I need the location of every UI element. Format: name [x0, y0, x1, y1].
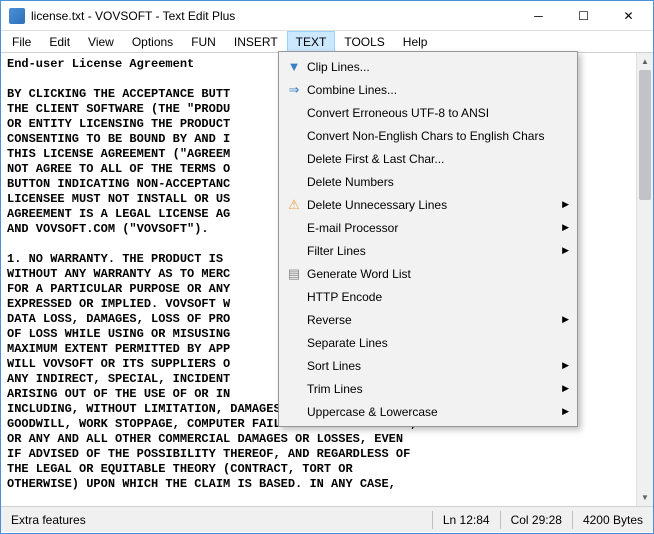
submenu-arrow-icon: ▶: [562, 222, 569, 233]
menu-item-label: Delete Unnecessary Lines: [307, 198, 447, 212]
menu-item-separate-lines[interactable]: Separate Lines: [281, 331, 575, 354]
menu-item-delete-first-last-char[interactable]: Delete First & Last Char...: [281, 147, 575, 170]
menu-help[interactable]: Help: [394, 31, 437, 52]
menu-bar: FileEditViewOptionsFUNINSERTTEXTTOOLSHel…: [1, 31, 653, 53]
status-line: Ln 12:84: [433, 513, 500, 527]
scroll-thumb[interactable]: [639, 70, 651, 200]
menu-item-label: Delete Numbers: [307, 175, 394, 189]
menu-item-uppercase-lowercase[interactable]: Uppercase & Lowercase ▶: [281, 400, 575, 423]
menu-item-label: Delete First & Last Char...: [307, 152, 444, 166]
close-button[interactable]: ✕: [606, 2, 651, 30]
menu-item-generate-word-list[interactable]: ▤Generate Word List: [281, 262, 575, 285]
menu-view[interactable]: View: [79, 31, 123, 52]
funnel-icon: ▼: [281, 59, 307, 74]
menu-item-label: Uppercase & Lowercase: [307, 405, 438, 419]
menu-item-label: Combine Lines...: [307, 83, 397, 97]
menu-item-label: Clip Lines...: [307, 60, 370, 74]
menu-text[interactable]: TEXT: [287, 31, 336, 52]
menu-item-trim-lines[interactable]: Trim Lines ▶: [281, 377, 575, 400]
submenu-arrow-icon: ▶: [562, 314, 569, 325]
scroll-down-arrow[interactable]: ▼: [637, 489, 653, 506]
menu-item-delete-numbers[interactable]: Delete Numbers: [281, 170, 575, 193]
title-bar: license.txt - VOVSOFT - Text Edit Plus ─…: [1, 1, 653, 31]
maximize-button[interactable]: ☐: [561, 2, 606, 30]
menu-item-label: Convert Non-English Chars to English Cha…: [307, 129, 544, 143]
menu-item-label: Separate Lines: [307, 336, 388, 350]
menu-item-label: Trim Lines: [307, 382, 363, 396]
menu-item-sort-lines[interactable]: Sort Lines ▶: [281, 354, 575, 377]
menu-item-filter-lines[interactable]: Filter Lines ▶: [281, 239, 575, 262]
doc-icon: ▤: [281, 266, 307, 282]
menu-item-label: Filter Lines: [307, 244, 366, 258]
menu-item-clip-lines[interactable]: ▼Clip Lines...: [281, 55, 575, 78]
scroll-up-arrow[interactable]: ▲: [637, 53, 653, 70]
menu-file[interactable]: File: [3, 31, 40, 52]
warn-icon: ⚠: [281, 197, 307, 213]
combine-icon: ⇒: [281, 82, 307, 98]
menu-item-label: E-mail Processor: [307, 221, 398, 235]
menu-fun[interactable]: FUN: [182, 31, 225, 52]
menu-item-label: HTTP Encode: [307, 290, 382, 304]
minimize-button[interactable]: ─: [516, 2, 561, 30]
menu-item-http-encode[interactable]: HTTP Encode: [281, 285, 575, 308]
menu-item-convert-erroneous-utf-8-to-ansi[interactable]: Convert Erroneous UTF-8 to ANSI: [281, 101, 575, 124]
menu-item-label: Reverse: [307, 313, 352, 327]
submenu-arrow-icon: ▶: [562, 383, 569, 394]
submenu-arrow-icon: ▶: [562, 360, 569, 371]
scroll-track[interactable]: [637, 70, 653, 489]
menu-item-label: Sort Lines: [307, 359, 361, 373]
status-bar: Extra features Ln 12:84 Col 29:28 4200 B…: [1, 506, 653, 532]
menu-item-convert-non-english-chars-to-english-chars[interactable]: Convert Non-English Chars to English Cha…: [281, 124, 575, 147]
vertical-scrollbar[interactable]: ▲ ▼: [636, 53, 653, 506]
menu-item-label: Convert Erroneous UTF-8 to ANSI: [307, 106, 489, 120]
submenu-arrow-icon: ▶: [562, 199, 569, 210]
menu-item-e-mail-processor[interactable]: E-mail Processor ▶: [281, 216, 575, 239]
menu-insert[interactable]: INSERT: [225, 31, 287, 52]
status-extra: Extra features: [1, 513, 96, 527]
status-col: Col 29:28: [501, 513, 572, 527]
menu-item-combine-lines[interactable]: ⇒Combine Lines...: [281, 78, 575, 101]
window-title: license.txt - VOVSOFT - Text Edit Plus: [31, 9, 516, 23]
menu-item-label: Generate Word List: [307, 267, 411, 281]
status-bytes: 4200 Bytes: [573, 513, 653, 527]
menu-options[interactable]: Options: [123, 31, 182, 52]
submenu-arrow-icon: ▶: [562, 406, 569, 417]
menu-tools[interactable]: TOOLS: [335, 31, 393, 52]
menu-edit[interactable]: Edit: [40, 31, 79, 52]
text-menu-dropdown: ▼Clip Lines...⇒Combine Lines...Convert E…: [278, 51, 578, 427]
menu-item-reverse[interactable]: Reverse ▶: [281, 308, 575, 331]
menu-item-delete-unnecessary-lines[interactable]: ⚠Delete Unnecessary Lines ▶: [281, 193, 575, 216]
app-icon: [9, 8, 25, 24]
submenu-arrow-icon: ▶: [562, 245, 569, 256]
